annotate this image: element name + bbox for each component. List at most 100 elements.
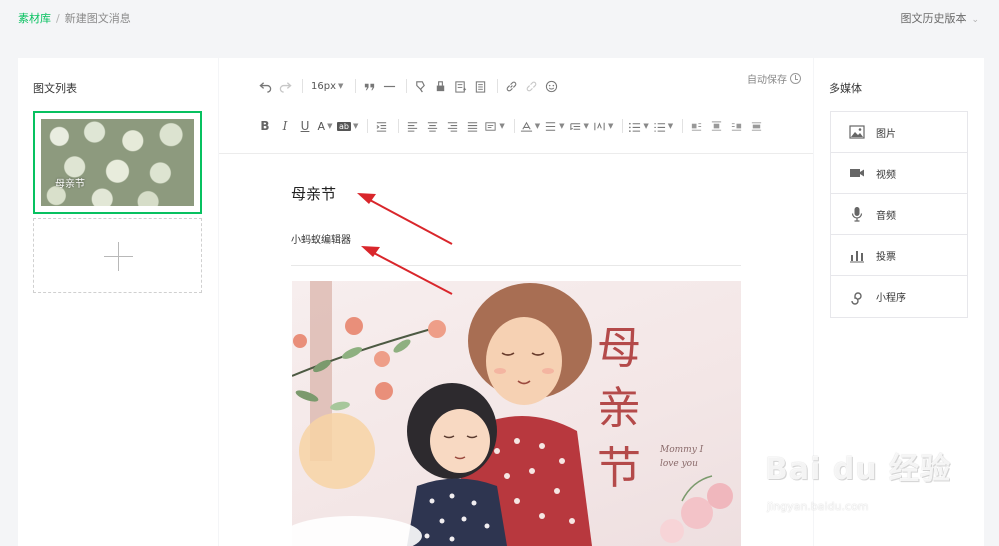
breadcrumb: 素材库 / 新建图文消息 bbox=[18, 10, 131, 26]
video-icon bbox=[849, 165, 865, 181]
poster-script-text: Mommy I love you bbox=[660, 445, 704, 469]
media-item-label: 小程序 bbox=[876, 293, 906, 304]
editor-panel: 16px ▼ 自动保存 B I U A ▼ ab ▼ ▼ ▼ ▼ ▼ ▼ ▼ ▼… bbox=[219, 58, 813, 546]
media-item-image[interactable]: 图片 bbox=[831, 112, 967, 153]
poster-headline-char: 节 bbox=[597, 443, 641, 494]
history-version-label: 图文历史版本 bbox=[900, 12, 967, 25]
undo-icon[interactable] bbox=[257, 76, 273, 96]
microphone-icon bbox=[849, 206, 865, 222]
font-size-select[interactable]: 16px ▼ bbox=[308, 76, 346, 96]
media-item-label: 图片 bbox=[876, 128, 896, 140]
indent-icon[interactable] bbox=[373, 116, 389, 136]
align-center-icon[interactable] bbox=[424, 116, 440, 136]
align-right-icon[interactable] bbox=[444, 116, 460, 136]
poster-headline-char: 亲 bbox=[597, 383, 641, 434]
multimedia-title: 多媒体 bbox=[829, 82, 862, 95]
mothers-day-poster-image[interactable]: 母 亲 节 Mommy I love you bbox=[292, 281, 741, 546]
toolbar-row-1: 16px ▼ bbox=[257, 75, 563, 97]
toolbar-divider bbox=[302, 79, 303, 93]
top-bar: 素材库 / 新建图文消息 图文历史版本 ⌄ bbox=[0, 0, 999, 36]
toolbar-divider bbox=[355, 79, 357, 93]
media-item-video[interactable]: 视频 bbox=[831, 153, 967, 194]
plus-icon-vertical bbox=[118, 242, 119, 271]
caret-down-icon: ▼ bbox=[338, 82, 344, 90]
multimedia-list: 图片 视频 音频 投票 小程序 bbox=[830, 111, 968, 318]
horizontal-rule-icon[interactable] bbox=[381, 76, 397, 96]
clear-format-icon[interactable] bbox=[432, 76, 448, 96]
align-left-icon[interactable] bbox=[404, 116, 420, 136]
breadcrumb-current: 新建图文消息 bbox=[64, 12, 131, 25]
justify-icon[interactable] bbox=[464, 116, 480, 136]
underline-icon[interactable]: U bbox=[297, 116, 313, 136]
toolbar-divider bbox=[682, 119, 684, 133]
text-direction-icon[interactable]: ▼ bbox=[593, 116, 613, 136]
float-none-icon[interactable] bbox=[748, 116, 764, 136]
bold-icon[interactable]: B bbox=[257, 116, 273, 136]
italic-icon[interactable]: I bbox=[277, 116, 293, 136]
highlight-icon[interactable]: ab ▼ bbox=[337, 116, 358, 136]
caret-down-icon: ▼ bbox=[583, 122, 589, 130]
paragraph-spacing-icon[interactable]: ▼ bbox=[569, 116, 589, 136]
toolbar-divider bbox=[497, 79, 499, 93]
media-item-label: 视频 bbox=[876, 169, 896, 181]
mini-program-icon bbox=[849, 289, 865, 305]
bar-chart-icon bbox=[849, 247, 865, 263]
float-right-icon[interactable] bbox=[728, 116, 744, 136]
font-size-value: 16px bbox=[311, 80, 336, 92]
multimedia-panel: 多媒体 图片 视频 音频 投票 小程序 bbox=[814, 58, 984, 546]
media-item-label: 音频 bbox=[876, 210, 896, 222]
autosave-toggle[interactable]: 自动保存 bbox=[747, 71, 801, 86]
toolbar-divider bbox=[513, 119, 515, 133]
poster-headline: 母 亲 节 bbox=[597, 319, 641, 499]
title-separator bbox=[291, 265, 741, 266]
media-item-label: 投票 bbox=[876, 251, 896, 263]
article-cover-image: 母亲节 bbox=[41, 119, 194, 206]
blockquote-icon[interactable] bbox=[361, 76, 377, 96]
breadcrumb-home-link[interactable]: 素材库 bbox=[18, 12, 51, 25]
unordered-list-icon[interactable]: ▼ bbox=[653, 116, 673, 136]
media-item-vote[interactable]: 投票 bbox=[831, 235, 967, 276]
article-card-selected[interactable]: 母亲节 bbox=[33, 111, 202, 214]
letter-spacing-icon[interactable]: ▼ bbox=[520, 116, 540, 136]
article-card-title: 母亲节 bbox=[55, 179, 85, 190]
toolbar-row-2: B I U A ▼ ab ▼ ▼ ▼ ▼ ▼ ▼ ▼ ▼ bbox=[257, 115, 768, 137]
caret-down-icon: ▼ bbox=[667, 122, 674, 130]
format-brush-icon[interactable] bbox=[412, 76, 428, 96]
media-item-audio[interactable]: 音频 bbox=[831, 194, 967, 235]
caret-down-icon: ▼ bbox=[499, 122, 505, 130]
media-item-mini-program[interactable]: 小程序 bbox=[831, 276, 967, 317]
link-icon[interactable] bbox=[503, 76, 519, 96]
line-height-icon[interactable]: ▼ bbox=[544, 116, 565, 136]
toolbar-divider bbox=[398, 119, 400, 133]
article-title-input[interactable]: 母亲节 bbox=[291, 183, 336, 204]
ordered-list-icon[interactable]: ▼ bbox=[628, 116, 649, 136]
history-version-dropdown[interactable]: 图文历史版本 ⌄ bbox=[900, 10, 979, 26]
toolbar-divider bbox=[622, 119, 624, 133]
chevron-down-icon: ⌄ bbox=[971, 15, 979, 25]
autosave-label: 自动保存 bbox=[747, 75, 787, 86]
toolbar-divider bbox=[367, 119, 369, 133]
caret-down-icon: ▼ bbox=[534, 122, 541, 130]
article-list-panel: 图文列表 母亲节 bbox=[18, 58, 218, 546]
poster-headline-char: 母 bbox=[597, 323, 641, 374]
unlink-icon[interactable] bbox=[523, 76, 539, 96]
caret-down-icon: ▼ bbox=[327, 122, 333, 130]
poster-illustration bbox=[292, 281, 733, 546]
insert-template-icon[interactable] bbox=[452, 76, 468, 96]
add-article-button[interactable] bbox=[33, 218, 202, 293]
toolbar-divider bbox=[406, 79, 408, 93]
caret-down-icon: ▼ bbox=[559, 122, 565, 130]
clock-icon bbox=[790, 73, 801, 84]
float-center-icon[interactable] bbox=[708, 116, 724, 136]
caret-down-icon: ▼ bbox=[352, 122, 359, 130]
caret-down-icon: ▼ bbox=[643, 122, 649, 130]
insert-text-icon[interactable] bbox=[472, 76, 488, 96]
float-left-icon[interactable] bbox=[688, 116, 704, 136]
emoji-icon[interactable] bbox=[543, 76, 559, 96]
align-more-icon[interactable]: ▼ bbox=[484, 116, 505, 136]
font-color-icon[interactable]: A ▼ bbox=[317, 116, 333, 136]
article-list-title: 图文列表 bbox=[33, 82, 77, 95]
redo-icon[interactable] bbox=[277, 76, 293, 96]
toolbar-divider-line bbox=[219, 153, 813, 154]
article-author-input[interactable]: 小蚂蚁编辑器 bbox=[291, 231, 351, 246]
